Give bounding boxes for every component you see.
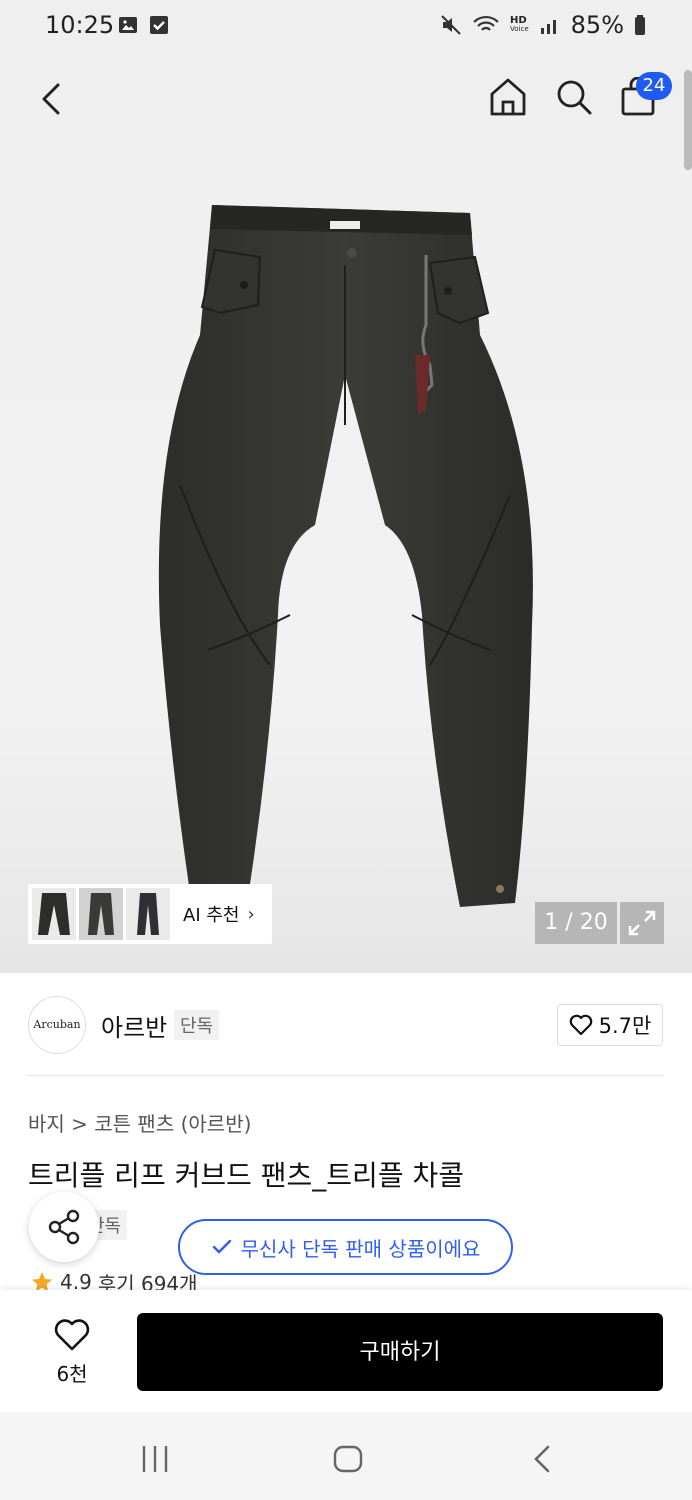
- search-icon[interactable]: [555, 77, 593, 117]
- fullscreen-button[interactable]: [620, 902, 664, 944]
- home-icon[interactable]: [489, 77, 527, 117]
- hd-label: HD: [510, 15, 527, 26]
- cart-badge: 24: [636, 72, 672, 100]
- thumbnail-3[interactable]: [126, 888, 170, 940]
- signal-icon: [540, 20, 556, 34]
- check-notification-icon: [150, 16, 168, 34]
- brand-logo[interactable]: Arcuban: [28, 996, 86, 1054]
- recent-apps-icon[interactable]: [140, 1444, 170, 1474]
- system-navigation-bar: [0, 1412, 692, 1500]
- product-image: [158, 205, 533, 907]
- heart-icon: [54, 1319, 90, 1351]
- share-button[interactable]: [29, 1192, 99, 1262]
- battery-percent: 85%: [570, 11, 624, 39]
- battery-icon: [635, 15, 645, 35]
- thumbnail-1[interactable]: [32, 888, 76, 940]
- home-nav-icon[interactable]: [332, 1444, 364, 1474]
- brand-like-button[interactable]: 5.7만: [557, 1004, 663, 1046]
- chevron-right-icon: ›: [247, 903, 255, 925]
- voice-label: Voice: [510, 25, 529, 33]
- toast-text: 무신사 단독 판매 상품이에요: [240, 1236, 481, 1261]
- breadcrumb[interactable]: 바지 > 코튼 팬츠 (아르반): [28, 1108, 251, 1137]
- brand-like-count: 5.7만: [598, 1014, 652, 1038]
- ai-recommend-chip[interactable]: AI 추천 ›: [28, 884, 272, 944]
- image-counter: 1 / 20: [535, 902, 617, 944]
- exclusive-badge: 단독: [174, 1010, 220, 1040]
- wishlist-count: 6천: [56, 1362, 88, 1386]
- thumbnail-image: [38, 893, 70, 935]
- product-title: 트리플 리프 커브드 팬츠_트리플 차콜: [28, 1159, 465, 1192]
- wishlist-button[interactable]: 6천: [40, 1318, 104, 1387]
- status-bar: 10:25 HD Voice 85%: [0, 0, 692, 55]
- divider: [28, 1075, 664, 1076]
- back-icon[interactable]: [40, 82, 62, 116]
- gallery-notification-icon: [119, 17, 137, 33]
- hd-voice-icon: HD Voice: [510, 16, 529, 34]
- product-image-gallery[interactable]: 24: [0, 55, 692, 973]
- status-time: 10:25: [45, 11, 115, 39]
- mute-icon: [441, 15, 461, 35]
- back-nav-icon[interactable]: [530, 1444, 554, 1474]
- wifi-icon: [473, 15, 499, 31]
- thumbnail-image: [88, 893, 114, 935]
- buy-button[interactable]: 구매하기: [137, 1313, 663, 1391]
- check-icon: [212, 1239, 231, 1254]
- thumbnail-2[interactable]: [79, 888, 123, 940]
- heart-icon: [569, 1014, 592, 1036]
- brand-name[interactable]: 아르반: [101, 1008, 167, 1043]
- ai-recommend-label: AI 추천: [183, 905, 240, 926]
- thumbnail-image: [137, 893, 159, 935]
- share-icon: [48, 1209, 80, 1245]
- exclusive-toast: 무신사 단독 판매 상품이에요: [178, 1219, 513, 1275]
- scrollbar[interactable]: [684, 70, 692, 170]
- expand-icon: [628, 910, 656, 936]
